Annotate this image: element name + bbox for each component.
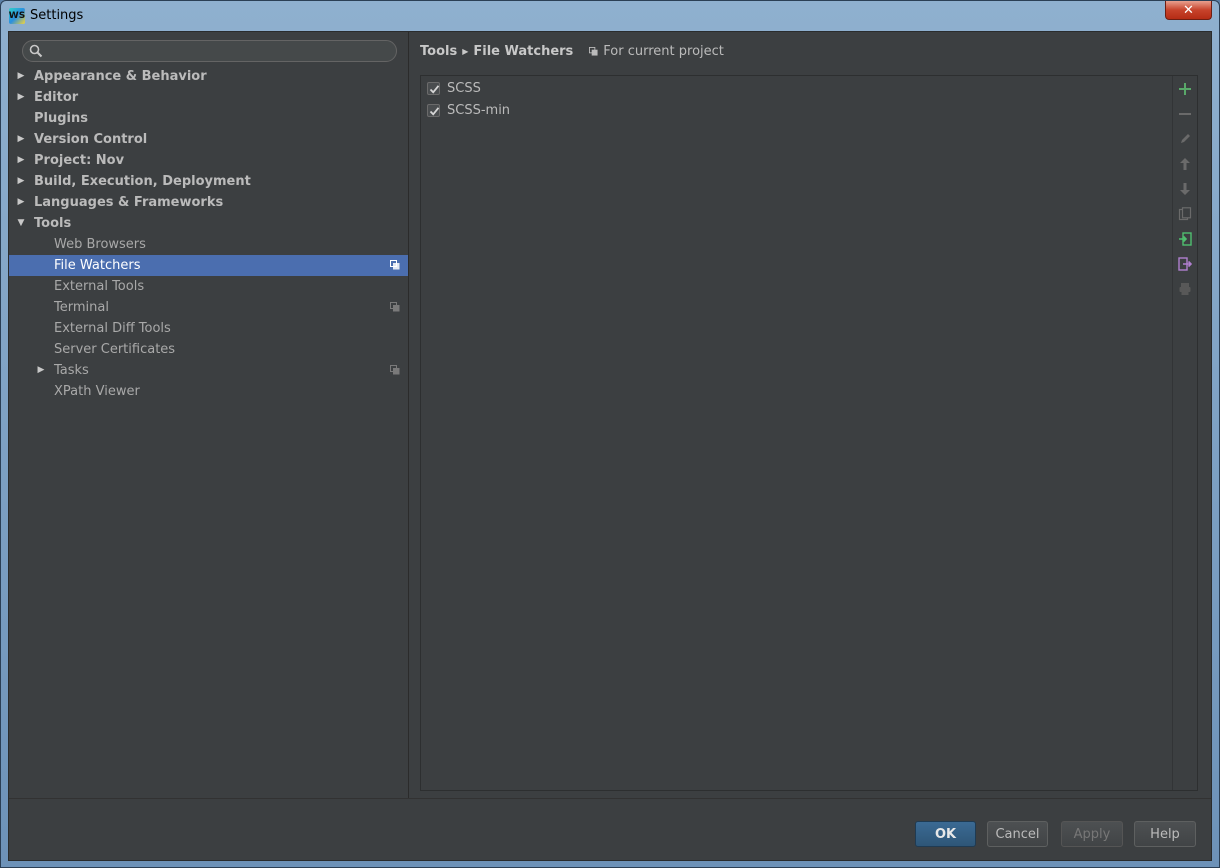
project-scope-icon xyxy=(390,260,400,270)
move-up-icon[interactable] xyxy=(1177,156,1193,172)
tree-item-editor[interactable]: ▶ Editor xyxy=(9,87,408,108)
breadcrumb-separator-icon: ▶ xyxy=(462,46,469,56)
settings-window: WS Settings ✕ ▶ Appearance & Behavior ▶ xyxy=(0,0,1220,868)
watcher-name: SCSS-min xyxy=(447,102,511,118)
dialog-footer: OK Cancel Apply Help xyxy=(9,798,1211,860)
tree-item-version-control[interactable]: ▶ Version Control xyxy=(9,129,408,150)
tree-item-tasks[interactable]: ▶ Tasks xyxy=(9,360,408,381)
breadcrumb-parent[interactable]: Tools xyxy=(420,44,457,59)
tree-item-label: Version Control xyxy=(34,132,148,147)
edit-icon[interactable] xyxy=(1177,131,1193,147)
tree-item-label: Editor xyxy=(34,90,79,105)
close-button[interactable]: ✕ xyxy=(1165,1,1212,20)
tree-item-label: Appearance & Behavior xyxy=(34,69,207,84)
breadcrumb-current: File Watchers xyxy=(473,43,574,59)
checkmark-icon xyxy=(429,84,440,94)
window-title: Settings xyxy=(30,8,84,23)
settings-dialog-content: ▶ Appearance & Behavior ▶ Editor Plugins… xyxy=(8,31,1212,861)
watcher-row-scss[interactable]: SCSS xyxy=(421,77,1173,99)
tree-item-label: Tools xyxy=(34,216,72,231)
print-icon[interactable] xyxy=(1177,281,1193,297)
settings-tree: ▶ Appearance & Behavior ▶ Editor Plugins… xyxy=(9,66,408,402)
tree-item-label: XPath Viewer xyxy=(54,384,140,399)
watchers-toolbar xyxy=(1172,76,1197,790)
export-icon[interactable] xyxy=(1177,256,1193,272)
tree-item-external-diff-tools[interactable]: External Diff Tools xyxy=(9,318,408,339)
add-icon[interactable] xyxy=(1177,81,1193,97)
watcher-row-scss-min[interactable]: SCSS-min xyxy=(421,99,1173,121)
remove-icon[interactable] xyxy=(1177,106,1193,122)
tree-item-build[interactable]: ▶ Build, Execution, Deployment xyxy=(9,171,408,192)
expand-arrow-icon[interactable]: ▶ xyxy=(16,87,26,108)
watchers-list: SCSS SCSS-min xyxy=(421,76,1173,790)
expand-arrow-icon[interactable]: ▶ xyxy=(36,360,46,381)
expand-arrow-icon[interactable]: ▶ xyxy=(16,171,26,192)
tree-item-languages[interactable]: ▶ Languages & Frameworks xyxy=(9,192,408,213)
tree-item-plugins[interactable]: Plugins xyxy=(9,108,408,129)
tree-item-label: Terminal xyxy=(54,300,109,315)
settings-tree-pane: ▶ Appearance & Behavior ▶ Editor Plugins… xyxy=(9,32,409,798)
tree-item-project[interactable]: ▶ Project: Nov xyxy=(9,150,408,171)
tree-item-label: Web Browsers xyxy=(54,237,146,252)
tree-item-file-watchers[interactable]: File Watchers xyxy=(9,255,408,276)
tree-item-external-tools[interactable]: External Tools xyxy=(9,276,408,297)
scope-indicator: For current project xyxy=(589,44,724,59)
tree-item-server-certificates[interactable]: Server Certificates xyxy=(9,339,408,360)
watcher-enabled-checkbox[interactable] xyxy=(427,81,440,95)
project-scope-icon xyxy=(589,46,598,56)
cancel-button[interactable]: Cancel xyxy=(987,821,1048,847)
tree-item-label: File Watchers xyxy=(54,258,141,273)
tree-item-appearance[interactable]: ▶ Appearance & Behavior xyxy=(9,66,408,87)
watcher-name: SCSS xyxy=(447,80,481,96)
tree-item-terminal[interactable]: Terminal xyxy=(9,297,408,318)
expand-arrow-icon[interactable]: ▶ xyxy=(16,192,26,213)
tree-item-label: Project: Nov xyxy=(34,153,125,168)
breadcrumb: Tools ▶ File Watchers For current projec… xyxy=(420,42,724,60)
watcher-enabled-checkbox[interactable] xyxy=(427,103,440,117)
copy-icon[interactable] xyxy=(1177,206,1193,222)
title-bar: WS Settings ✕ xyxy=(1,1,1219,31)
expand-arrow-icon[interactable]: ▶ xyxy=(16,129,26,150)
tree-item-xpath-viewer[interactable]: XPath Viewer xyxy=(9,381,408,402)
expand-arrow-icon[interactable]: ▶ xyxy=(16,150,26,171)
import-icon[interactable] xyxy=(1177,231,1193,247)
project-scope-icon xyxy=(390,302,400,312)
move-down-icon[interactable] xyxy=(1177,181,1193,197)
tree-item-label: Tasks xyxy=(54,363,89,378)
apply-button[interactable]: Apply xyxy=(1061,821,1123,847)
expand-arrow-icon[interactable]: ▶ xyxy=(16,66,26,87)
collapse-arrow-icon[interactable]: ▼ xyxy=(16,213,26,234)
search-icon xyxy=(29,44,43,58)
search-input[interactable] xyxy=(47,43,387,59)
tree-item-label: Languages & Frameworks xyxy=(34,195,224,210)
tree-item-web-browsers[interactable]: Web Browsers xyxy=(9,234,408,255)
tree-item-label: Server Certificates xyxy=(54,342,176,357)
tree-item-tools[interactable]: ▼ Tools xyxy=(9,213,408,234)
tree-item-label: Build, Execution, Deployment xyxy=(34,174,251,189)
ok-button[interactable]: OK xyxy=(915,821,976,847)
search-box[interactable] xyxy=(22,40,397,62)
file-watchers-pane: Tools ▶ File Watchers For current projec… xyxy=(409,32,1211,798)
help-button[interactable]: Help xyxy=(1134,821,1196,847)
watchers-list-panel: SCSS SCSS-min xyxy=(420,75,1198,791)
tree-item-label: Plugins xyxy=(34,111,88,126)
tree-item-label: External Diff Tools xyxy=(54,321,171,336)
checkmark-icon xyxy=(429,106,440,116)
webstorm-app-icon: WS xyxy=(9,8,25,24)
scope-label: For current project xyxy=(603,43,724,59)
project-scope-icon xyxy=(390,365,400,375)
tree-item-label: External Tools xyxy=(54,279,145,294)
